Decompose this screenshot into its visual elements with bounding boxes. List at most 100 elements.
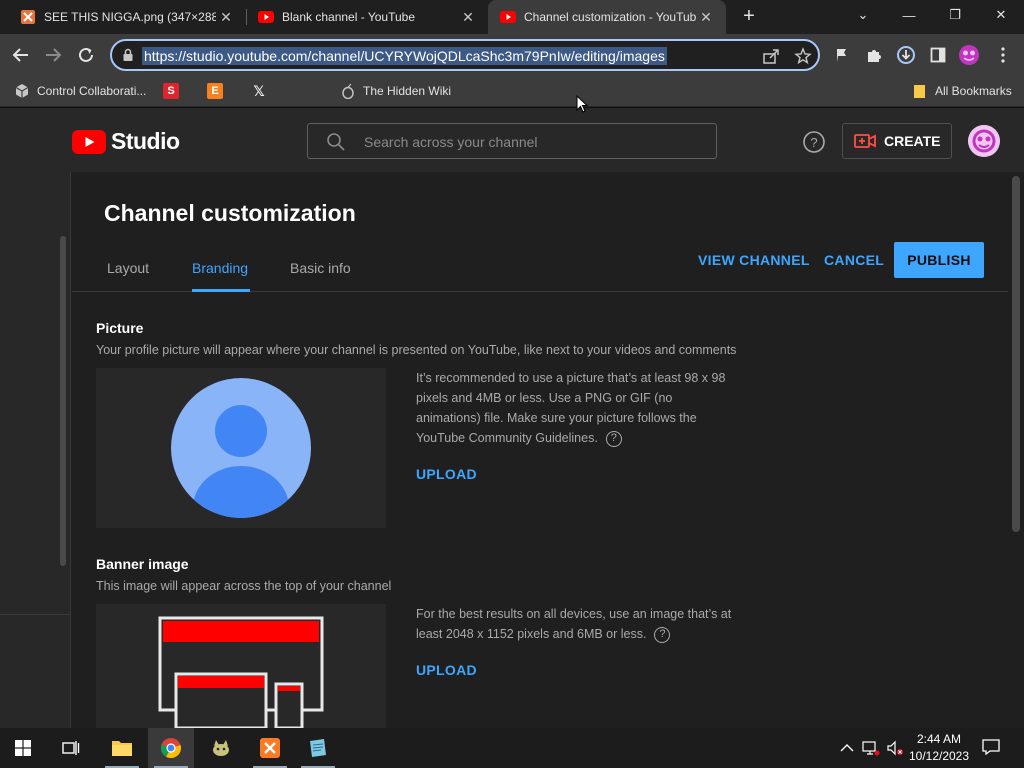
extensions-puzzle-icon[interactable] [861, 42, 887, 68]
flag-extension-icon[interactable] [829, 42, 855, 68]
banner-info: For the best results on all devices, use… [416, 604, 746, 644]
banner-info-last-line: least 2048 x 1152 pixels and 6MB or less… [416, 624, 746, 644]
help-icon[interactable]: ? [802, 130, 826, 154]
network-icon[interactable] [862, 740, 880, 756]
close-window-button[interactable]: ✕ [978, 0, 1024, 30]
bookmark-label: Control Collaborati... [37, 84, 147, 98]
page-scrollbar[interactable] [1012, 176, 1020, 532]
cancel-button[interactable]: CANCEL [824, 252, 884, 268]
account-avatar[interactable] [968, 125, 1000, 157]
browser-menu-icon[interactable] [990, 42, 1016, 68]
browser-tab-channel-customization[interactable]: Channel customization - YouTube ✕ [488, 0, 726, 34]
notes-app-icon [310, 739, 326, 757]
tab-close-icon[interactable]: ✕ [458, 9, 478, 26]
new-tab-button[interactable]: + [737, 4, 761, 28]
bookmark-control-collaboration[interactable]: Control Collaborati... [14, 82, 146, 100]
profile-avatar-icon[interactable] [956, 42, 982, 68]
all-bookmarks-label: All Bookmarks [935, 84, 1012, 98]
tab-branding[interactable]: Branding [192, 260, 248, 276]
folder-icon [912, 83, 928, 99]
tab-basic-info[interactable]: Basic info [290, 260, 351, 276]
banner-upload-button[interactable]: UPLOAD [416, 662, 477, 678]
youtube-logo-icon [72, 129, 106, 154]
banner-section-title: Banner image [96, 556, 189, 572]
xampp-icon [260, 738, 280, 758]
create-button[interactable]: CREATE [842, 123, 952, 159]
onion-icon [340, 83, 356, 99]
system-clock[interactable]: 2:44 AM 10/12/2023 [906, 731, 972, 765]
forward-button[interactable] [40, 42, 66, 68]
share-icon[interactable] [762, 47, 780, 65]
tab-title: Channel customization - YouTube [524, 10, 696, 24]
browser-toolbar: https://studio.youtube.com/channel/UCYRY… [0, 34, 1024, 76]
windows-taskbar: 2:44 AM 10/12/2023 [0, 728, 1024, 768]
tab-layout[interactable]: Layout [107, 260, 149, 276]
picture-help-icon[interactable]: ? [605, 430, 622, 447]
search-icon [327, 133, 345, 151]
picture-upload-button[interactable]: UPLOAD [416, 466, 477, 482]
tab-close-icon[interactable]: ✕ [216, 9, 236, 26]
taskbar-xampp[interactable] [247, 728, 293, 768]
taskbar-file-explorer[interactable] [99, 728, 145, 768]
channel-search-box[interactable] [307, 123, 717, 159]
bookmark-e[interactable]: E [207, 82, 230, 100]
search-input[interactable] [364, 132, 704, 152]
start-button[interactable] [0, 728, 46, 768]
profile-picture-preview [96, 368, 386, 528]
bookmarks-bar: Control Collaborati... S E 𝕏 The Hidden … [0, 76, 1024, 107]
banner-help-icon[interactable]: ? [654, 626, 671, 643]
show-hidden-icons-chevron-up-icon[interactable] [838, 740, 856, 756]
minimize-button[interactable]: — [886, 0, 932, 30]
picture-info-line: It’s recommended to use a picture that’s… [416, 371, 726, 385]
task-view-button[interactable] [48, 728, 94, 768]
bookmark-s[interactable]: S [163, 82, 186, 100]
tab-title: SEE THIS NIGGA.png (347×288) [44, 10, 216, 24]
tab-title: Blank channel - YouTube [282, 10, 415, 24]
taskbar-app-cat[interactable] [198, 728, 244, 768]
folder-icon [112, 741, 132, 756]
reload-icon [79, 47, 93, 62]
picture-section-description: Your profile picture will appear where y… [96, 343, 737, 357]
forward-arrow-icon [46, 48, 62, 62]
browser-tab-strip: SEE THIS NIGGA.png (347×288) ✕ Blank cha… [0, 0, 1024, 34]
main-content: Channel customization Layout Branding Ba… [0, 172, 1024, 730]
windows-logo-icon [15, 740, 31, 756]
tab-close-icon[interactable]: ✕ [696, 9, 716, 26]
image-file-icon [21, 10, 35, 24]
view-channel-button[interactable]: VIEW CHANNEL [698, 252, 810, 268]
picture-section-title: Picture [96, 320, 144, 336]
youtube-studio-logo[interactable]: Studio [72, 128, 180, 155]
chrome-icon [160, 738, 181, 759]
taskbar-app-notes[interactable] [295, 728, 341, 768]
all-bookmarks-button[interactable]: All Bookmarks [912, 82, 1012, 100]
tab-search-icon[interactable]: ⌄ [840, 0, 886, 30]
browser-tab-blank-channel[interactable]: Blank channel - YouTube ✕ [238, 0, 488, 34]
mouse-cursor-icon [576, 95, 588, 113]
default-avatar-icon [171, 378, 311, 518]
address-bar[interactable]: https://studio.youtube.com/channel/UCYRY… [110, 39, 820, 71]
x-icon: 𝕏 [253, 82, 265, 99]
banner-info-line: least 2048 x 1152 pixels and 6MB or less… [416, 627, 647, 641]
cat-app-icon [213, 740, 229, 756]
back-arrow-icon [12, 48, 28, 62]
bookmark-star-icon[interactable] [794, 47, 812, 65]
publish-button[interactable]: PUBLISH [894, 242, 984, 278]
e-icon: E [207, 83, 223, 99]
clock-date: 10/12/2023 [908, 749, 970, 763]
side-panel-icon[interactable] [925, 42, 951, 68]
studio-logo-text: Studio [111, 128, 180, 154]
youtube-favicon-icon [500, 11, 516, 23]
taskbar-chrome[interactable] [148, 728, 194, 768]
browser-tab-image[interactable]: SEE THIS NIGGA.png (347×288) ✕ [0, 0, 246, 34]
notifications-icon[interactable] [982, 739, 1000, 755]
sidebar-scrollbar[interactable] [60, 236, 66, 566]
picture-info-last-line: YouTube Community Guidelines.? [416, 428, 746, 448]
restore-button[interactable]: ❐ [932, 0, 978, 30]
bookmark-x[interactable]: 𝕏 [251, 82, 274, 100]
bookmark-hidden-wiki[interactable]: The Hidden Wiki [340, 82, 451, 100]
volume-muted-icon[interactable] [886, 740, 904, 756]
reload-button[interactable] [73, 42, 99, 68]
download-icon[interactable] [893, 42, 919, 68]
banner-section-description: This image will appear across the top of… [96, 579, 392, 593]
back-button[interactable] [8, 42, 34, 68]
